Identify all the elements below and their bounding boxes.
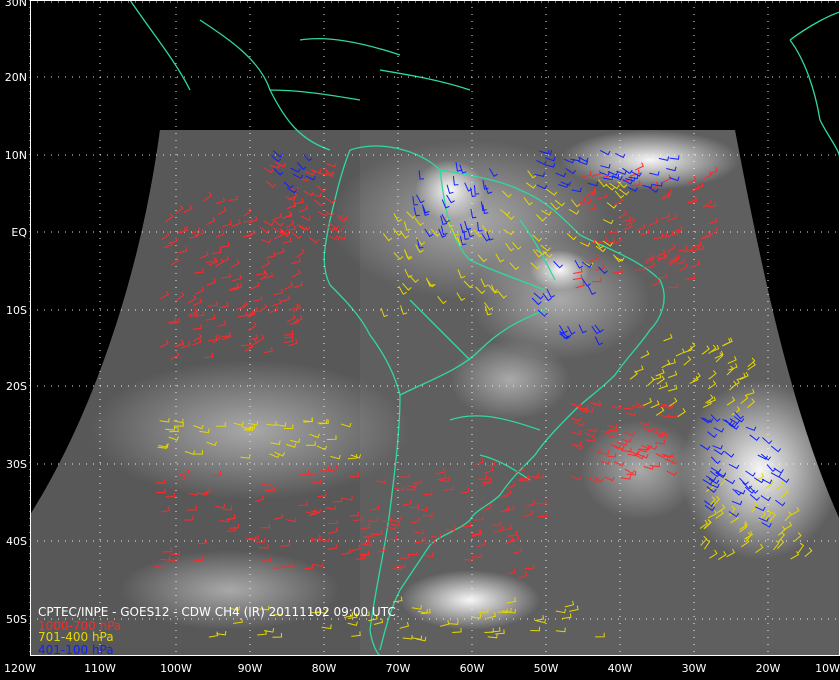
- lat-label: 40S: [6, 535, 27, 548]
- legend-high-level: 401-100 hPa: [38, 643, 114, 657]
- lat-label: 20S: [6, 380, 27, 393]
- lat-label: 10S: [6, 304, 27, 317]
- lon-label: 90W: [238, 662, 263, 675]
- lat-label: 30S: [6, 458, 27, 471]
- lon-label: 100W: [160, 662, 192, 675]
- lon-label: 80W: [312, 662, 337, 675]
- lat-label: EQ: [11, 226, 27, 239]
- lon-label: 110W: [84, 662, 116, 675]
- lon-label: 10W: [815, 662, 840, 675]
- lon-label: 50W: [534, 662, 559, 675]
- lat-label: 10N: [5, 149, 27, 162]
- lon-label: 20W: [756, 662, 781, 675]
- lon-label: 40W: [608, 662, 633, 675]
- lat-label: 50S: [6, 613, 27, 626]
- lat-label: 30N: [5, 0, 27, 9]
- wind-map: 30N 20N 10N EQ 10S 20S 30S 40S 50S 120W 110W 100W 9…: [0, 0, 840, 680]
- lon-label: 30W: [682, 662, 707, 675]
- legend-mid-level: 701-400 hPa: [38, 630, 114, 644]
- lon-label: 70W: [386, 662, 411, 675]
- lon-label: 120W: [4, 662, 36, 675]
- map-canvas: 30N 20N 10N EQ 10S 20S 30S 40S 50S 120W 110W 100W 9…: [0, 0, 840, 680]
- lon-label: 60W: [460, 662, 485, 675]
- product-title: CPTEC/INPE - GOES12 - CDW CH4 (IR) 20111…: [38, 605, 396, 619]
- lat-label: 20N: [5, 71, 27, 84]
